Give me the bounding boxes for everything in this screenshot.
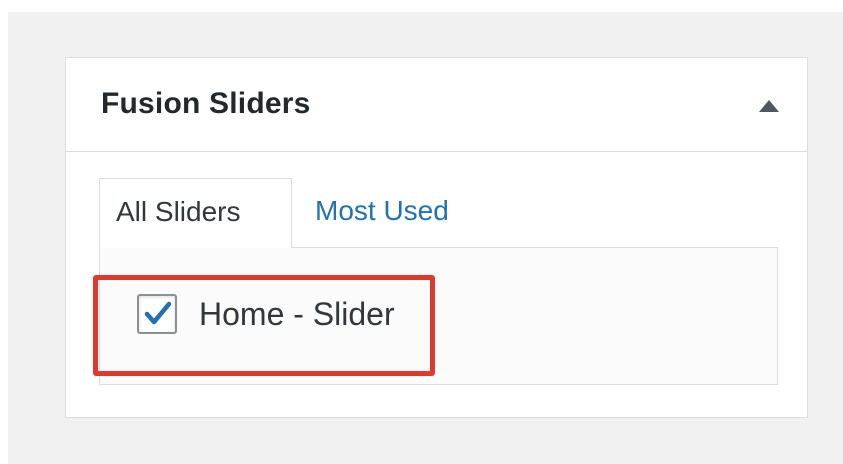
tab-most-used[interactable]: Most Used <box>315 178 449 248</box>
tab-all-sliders[interactable]: All Sliders <box>99 178 292 248</box>
triangle-up-icon <box>759 100 779 112</box>
collapse-toggle-button[interactable] <box>755 92 783 120</box>
metabox-title: Fusion Sliders <box>101 87 311 120</box>
category-tabs: All Sliders Most Used <box>99 178 779 248</box>
admin-background: Fusion Sliders All Sliders Most Used Hom… <box>8 12 843 464</box>
highlight-annotation <box>93 275 435 376</box>
metabox-header: Fusion Sliders <box>66 58 807 152</box>
